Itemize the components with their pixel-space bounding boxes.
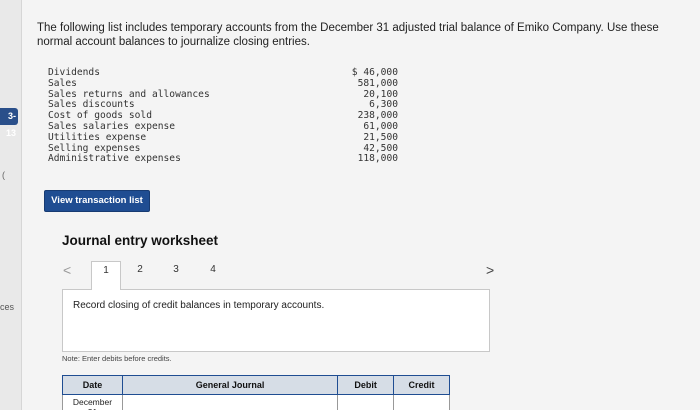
previous-arrow-icon[interactable]: <: [63, 262, 71, 278]
tab-2[interactable]: 2: [125, 261, 155, 289]
date-column-header: Date: [62, 375, 123, 395]
view-transaction-list-button[interactable]: View transaction list: [44, 190, 150, 212]
sidebar-references-label[interactable]: ces: [0, 302, 14, 312]
debit-input-cell[interactable]: [337, 394, 395, 410]
list-item: Sales 581,000: [48, 77, 398, 90]
instruction-text: Record closing of credit balances in tem…: [73, 300, 325, 311]
date-cell: December 31: [62, 394, 123, 410]
next-arrow-icon[interactable]: >: [486, 262, 494, 278]
account-balances-list: Dividends $ 46,000 Sales 581,000 Sales r…: [48, 67, 398, 165]
problem-intro-text: The following list includes temporary ac…: [37, 22, 659, 48]
account-select-cell[interactable]: [121, 394, 339, 410]
question-number-badge[interactable]: 3-13: [0, 108, 18, 138]
account-name: Utilities expense: [48, 131, 147, 143]
instruction-panel: Record closing of credit balances in tem…: [62, 289, 490, 352]
credit-column-header: Credit: [393, 375, 450, 395]
debit-credit-note: Note: Enter debits before credits.: [62, 354, 172, 363]
account-amount: 21,500: [363, 131, 398, 143]
account-name: Sales: [48, 77, 77, 89]
debit-column-header: Debit: [337, 375, 395, 395]
account-amount: 118,000: [357, 153, 398, 165]
date-month: December: [72, 397, 113, 407]
account-amount: 581,000: [357, 77, 398, 89]
table-row: December 31: [62, 394, 450, 410]
worksheet-title: Journal entry worksheet: [62, 233, 219, 248]
general-journal-column-header: General Journal: [121, 375, 339, 395]
tab-4[interactable]: 4: [198, 261, 228, 289]
list-item: Utilities expense 21,500: [48, 131, 398, 144]
table-header-row: Date General Journal Debit Credit: [62, 375, 450, 395]
list-item: Dividends $ 46,000: [48, 67, 398, 79]
tab-1[interactable]: 1: [91, 261, 121, 290]
credit-input-cell[interactable]: [393, 394, 450, 410]
sidebar-mark: (: [2, 170, 5, 180]
journal-table: Date General Journal Debit Credit Decemb…: [62, 375, 450, 410]
tab-3[interactable]: 3: [161, 261, 191, 289]
list-item: Administrative expenses 118,000: [48, 154, 398, 165]
account-name: Administrative expenses: [48, 153, 181, 165]
left-sidebar-strip: 3-13 ( ces: [0, 0, 22, 410]
